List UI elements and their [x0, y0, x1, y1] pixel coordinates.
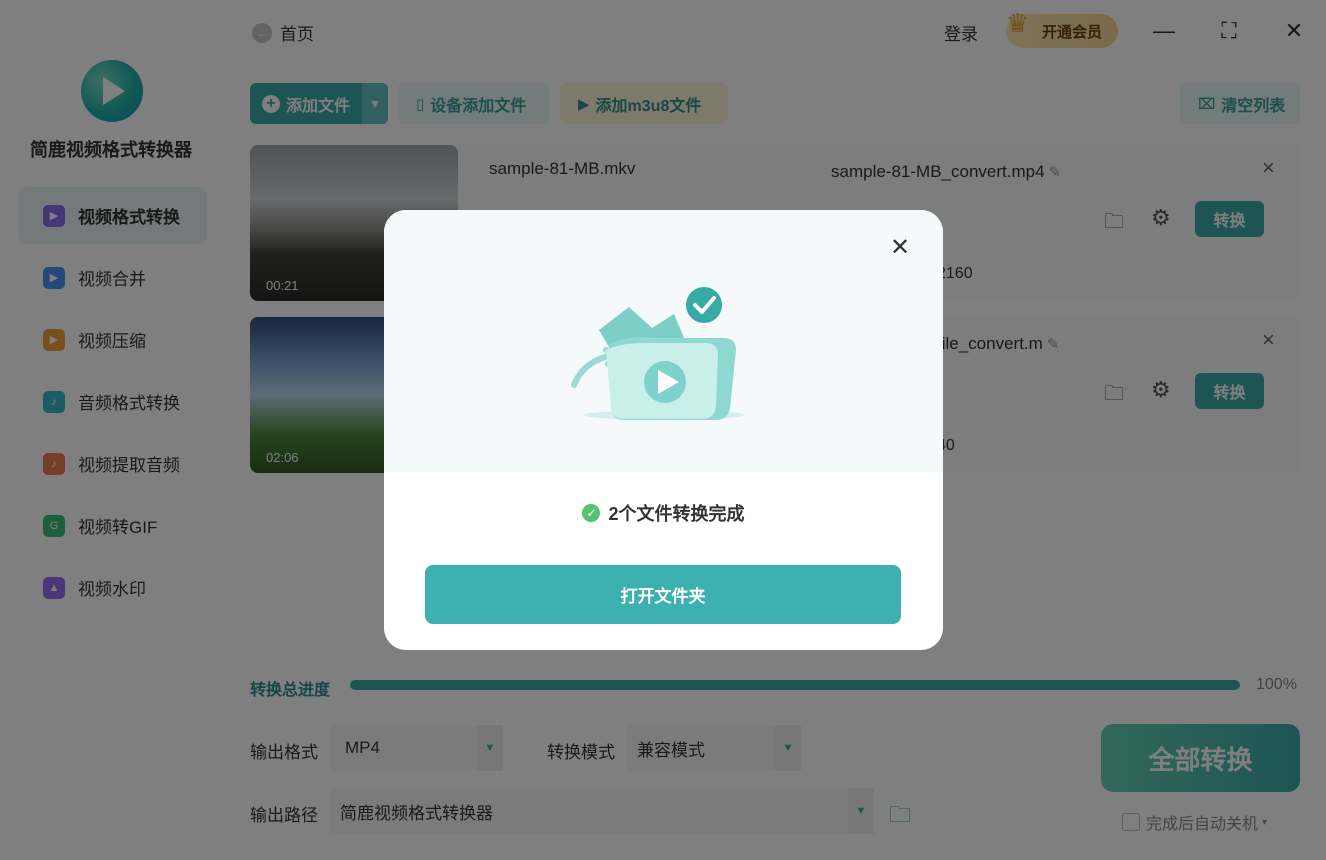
folder-success-illustration — [571, 287, 744, 420]
check-circle-icon: ✓ — [582, 504, 601, 522]
open-folder-button[interactable]: 打开文件夹 — [425, 565, 901, 624]
success-message-text: 2个文件转换完成 — [608, 504, 745, 524]
success-message: ✓ 2个文件转换完成 — [384, 500, 943, 526]
completion-dialog: ✕ ✓ 2个文件转换完成 打开文件夹 — [384, 210, 943, 650]
close-dialog-button[interactable]: ✕ — [890, 236, 910, 260]
dialog-illustration — [384, 210, 943, 472]
